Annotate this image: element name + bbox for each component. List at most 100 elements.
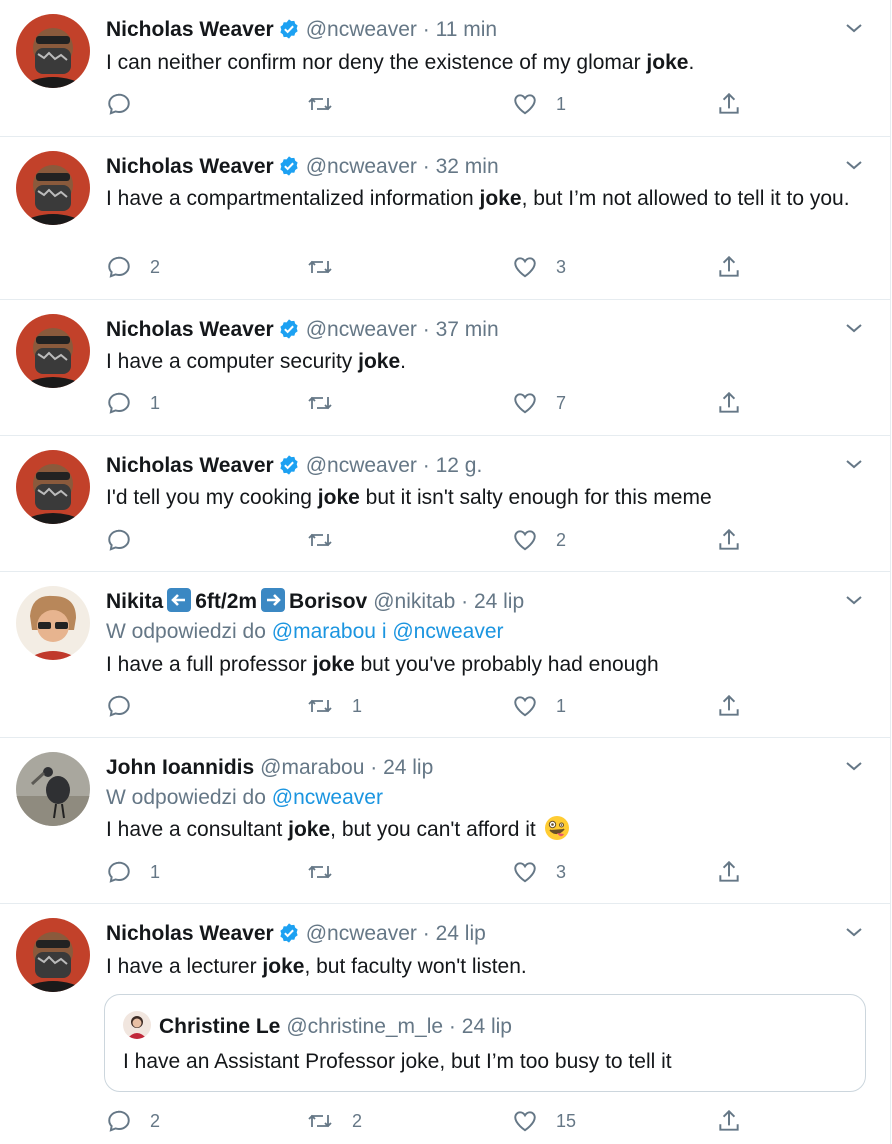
chevron-down-icon[interactable]: [844, 18, 864, 38]
tweet-text: I have a computer security joke.: [106, 347, 866, 376]
chevron-down-icon[interactable]: [844, 922, 864, 942]
mention-link[interactable]: @ncweaver: [272, 786, 383, 809]
reply-button[interactable]: 2: [106, 252, 160, 282]
share-button[interactable]: [716, 857, 742, 887]
text-segment: but you've probably had enough: [354, 653, 659, 676]
highlight-text: joke: [288, 818, 331, 841]
text-segment: , but I’m not allowed to tell it to you.: [521, 187, 850, 210]
chevron-down-icon[interactable]: [844, 454, 864, 474]
author-name[interactable]: Nicholas Weaver: [106, 454, 274, 477]
quoted-author-name[interactable]: Christine Le: [159, 1015, 280, 1038]
tweet-text: I have a full professor joke but you've …: [106, 650, 866, 679]
retweet-button[interactable]: [306, 388, 352, 418]
mention-link[interactable]: @marabou: [272, 620, 376, 643]
tweet[interactable]: Nicholas Weaver @ncweaver · 12 g. I'd tel…: [0, 436, 890, 572]
tweet[interactable]: Nicholas Weaver @ncweaver · 11 min I can …: [0, 0, 890, 137]
like-count: 1: [556, 93, 567, 114]
replying-prefix: W odpowiedzi do: [106, 786, 266, 809]
quoted-tweet-time[interactable]: 24 lip: [462, 1015, 512, 1038]
like-button[interactable]: 1: [512, 89, 566, 119]
author-handle[interactable]: @ncweaver: [306, 454, 417, 477]
tweet[interactable]: Nikita 6ft/2m Borisov @nikitab · 24 lip W o…: [0, 572, 890, 738]
tweet-time[interactable]: 12 g.: [436, 454, 483, 477]
retweet-button[interactable]: [306, 252, 352, 282]
mention-link[interactable]: @ncweaver: [392, 620, 503, 643]
reply-button[interactable]: 1: [106, 388, 160, 418]
tweet[interactable]: Nicholas Weaver @ncweaver · 32 min I have…: [0, 137, 890, 300]
chevron-down-icon[interactable]: [844, 155, 864, 175]
tweet-time[interactable]: 24 lip: [383, 756, 433, 779]
avatar[interactable]: [16, 14, 90, 88]
share-icon: [719, 528, 739, 550]
author-handle[interactable]: @ncweaver: [306, 18, 417, 41]
tweet-time[interactable]: 37 min: [436, 318, 499, 341]
avatar[interactable]: [16, 918, 90, 992]
tweet-time[interactable]: 32 min: [436, 155, 499, 178]
tweet[interactable]: John Ioannidis @marabou · 24 lip W odpowi…: [0, 738, 890, 904]
author-handle[interactable]: @ncweaver: [306, 922, 417, 945]
avatar[interactable]: [16, 752, 90, 826]
author-name[interactable]: Nicholas Weaver: [106, 318, 274, 341]
tweet-actions: 1: [106, 89, 746, 119]
quoted-avatar: [123, 1011, 151, 1039]
like-button[interactable]: 3: [512, 857, 566, 887]
tweet[interactable]: Nicholas Weaver @ncweaver · 37 min I have…: [0, 300, 890, 436]
text-segment: I have a lecturer: [106, 955, 263, 978]
retweet-button[interactable]: [306, 89, 352, 119]
avatar[interactable]: [16, 314, 90, 388]
author-handle[interactable]: @ncweaver: [306, 318, 417, 341]
author-name[interactable]: John Ioannidis: [106, 756, 254, 779]
share-icon: [719, 860, 739, 882]
like-count: 2: [556, 529, 567, 550]
share-button[interactable]: [716, 388, 742, 418]
text-segment: , but you can't afford it: [330, 818, 536, 841]
like-button[interactable]: 3: [512, 252, 566, 282]
like-button[interactable]: 2: [512, 525, 566, 555]
retweet-button[interactable]: 1: [306, 691, 362, 721]
heart-icon: [514, 94, 536, 115]
verified-badge-icon: [278, 18, 300, 48]
retweet-button[interactable]: [306, 857, 352, 887]
chevron-down-icon[interactable]: [844, 756, 864, 776]
reply-button[interactable]: [106, 691, 150, 721]
quoted-tweet[interactable]: Christine Le @christine_m_le · 24 lip I h…: [104, 994, 866, 1092]
chevron-down-icon[interactable]: [844, 590, 864, 610]
like-button[interactable]: 7: [512, 388, 566, 418]
quoted-author-handle[interactable]: @christine_m_le: [286, 1015, 443, 1038]
avatar[interactable]: [16, 151, 90, 225]
tweet-header: Nicholas Weaver @ncweaver · 24 lip: [106, 920, 830, 950]
author-name[interactable]: Nicholas Weaver: [106, 155, 274, 178]
replying-prefix: W odpowiedzi do: [106, 620, 266, 643]
reply-button[interactable]: [106, 89, 150, 119]
author-name[interactable]: Nicholas Weaver: [106, 922, 274, 945]
tweet-time[interactable]: 11 min: [436, 18, 497, 41]
avatar[interactable]: [16, 586, 90, 660]
author-handle[interactable]: @ncweaver: [306, 155, 417, 178]
reply-button[interactable]: 2: [106, 1106, 160, 1136]
text-segment: I can neither confirm nor deny the exist…: [106, 51, 647, 74]
text-segment: I have a computer security: [106, 350, 359, 373]
retweet-button[interactable]: [306, 525, 352, 555]
chevron-down-icon[interactable]: [844, 318, 864, 338]
author-handle[interactable]: @nikitab: [373, 590, 455, 613]
like-button[interactable]: 15: [512, 1106, 576, 1136]
author-name[interactable]: Nicholas Weaver: [106, 18, 274, 41]
reply-button[interactable]: 1: [106, 857, 160, 887]
reply-button[interactable]: [106, 525, 150, 555]
avatar[interactable]: [16, 450, 90, 524]
retweet-button[interactable]: 2: [306, 1106, 362, 1136]
share-button[interactable]: [716, 525, 742, 555]
tweet-time[interactable]: 24 lip: [474, 590, 524, 613]
like-button[interactable]: 1: [512, 691, 566, 721]
author-name[interactable]: Nikita 6ft/2m Borisov: [106, 588, 367, 613]
share-button[interactable]: [716, 252, 742, 282]
tweet-text: I'd tell you my cooking joke but it isn'…: [106, 483, 866, 512]
share-button[interactable]: [716, 1106, 742, 1136]
author-handle[interactable]: @marabou: [260, 756, 364, 779]
replying-to: W odpowiedzi do @marabou i @ncweaver: [106, 618, 504, 646]
tweet-time[interactable]: 24 lip: [436, 922, 486, 945]
share-button[interactable]: [716, 89, 742, 119]
share-button[interactable]: [716, 691, 742, 721]
tweet-header: Nikita 6ft/2m Borisov @nikitab · 24 lip: [106, 588, 830, 618]
share-icon: [719, 391, 739, 413]
